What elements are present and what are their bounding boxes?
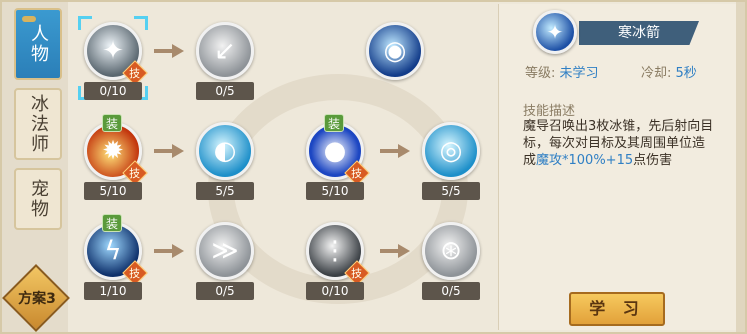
skill-level: 0/10 [84, 82, 142, 100]
arrow-plus-icon: ↙ [196, 22, 254, 80]
tab-pet-label: 宠物 [28, 179, 49, 219]
wave-icon: ◐ [196, 122, 254, 180]
skill-level: 0/5 [422, 282, 480, 300]
upgrade-arrow [154, 44, 184, 58]
equip-badge: 装 [102, 114, 122, 132]
plan-selector[interactable]: 方案3 [2, 264, 70, 332]
skill-wave[interactable]: ◐ 5/5 [194, 122, 256, 206]
blue-orb-icon: ◉ [366, 22, 424, 80]
level-info: 等级: 未学习 [525, 62, 599, 81]
category-tabs: 人物 冰法师 宠物 方案3 [0, 0, 70, 334]
upgrade-arrow [380, 144, 410, 158]
tab-pet[interactable]: 宠物 [14, 168, 62, 230]
upgrade-arrow [380, 244, 410, 258]
equip-badge: 装 [324, 114, 344, 132]
upgrade-arrow [154, 144, 184, 158]
level-value: 未学习 [559, 66, 599, 81]
skill-level: 0/5 [196, 82, 254, 100]
learn-button[interactable]: 学 习 [569, 292, 665, 326]
skill-level: 1/10 [84, 282, 142, 300]
skill-vortex[interactable]: ◎ 5/5 [420, 122, 482, 206]
skill-level: 0/10 [306, 282, 364, 300]
tab-pin [22, 16, 36, 22]
cooldown-value: 5秒 [675, 66, 697, 81]
cooldown-label: 冷却: [641, 66, 672, 81]
tab-character-label: 人物 [28, 24, 49, 64]
skill-level: 5/10 [84, 182, 142, 200]
skill-spin-orb[interactable]: ⊛ 0/5 [420, 222, 482, 306]
skill-fire-burst[interactable]: ✹ 装 技 5/10 [82, 114, 148, 206]
cooldown-info: 冷却: 5秒 [641, 62, 697, 81]
skill-tree: ✦ 技 0/10 ↙ 0/5 ◉ ✹ 装 技 5/10 ◐ 5/5 ● 装 技 … [68, 4, 496, 330]
tab-ice-mage[interactable]: 冰法师 [14, 88, 62, 160]
skill-name: 寒冰箭 [579, 21, 699, 45]
damage-formula: 魔攻*100%+15 [536, 153, 634, 168]
skill-ice-shards[interactable]: ✦ 技 0/10 [78, 16, 148, 106]
skill-level: 5/5 [196, 182, 254, 200]
skill-lightning[interactable]: ϟ 装 技 1/10 [82, 214, 148, 306]
skill-blue-orb[interactable]: ◉ [364, 22, 426, 106]
skill-energy-ball[interactable]: ● 装 技 5/10 [304, 114, 370, 206]
skill-detail-panel: 寒冰箭 ✦ 等级: 未学习 冷却: 5秒 技能描述 魔导召唤出3枚冰锥，先后射向… [498, 4, 736, 330]
level-label: 等级: [525, 66, 556, 81]
tab-ice-mage-label: 冰法师 [28, 94, 49, 154]
skill-description: 魔导召唤出3枚冰锥，先后射向目标，每次对目标及其周围单位造成魔攻*100%+15… [523, 118, 717, 169]
ice-arrow-icon: ✦ [533, 10, 577, 54]
right-edge-strip [736, 0, 747, 334]
skill-level: 5/10 [306, 182, 364, 200]
plan-label: 方案3 [18, 291, 56, 307]
skill-claw-plus[interactable]: ≫ 0/5 [194, 222, 256, 306]
skill-ice-rain[interactable]: ⋮ 技 0/10 [304, 222, 370, 306]
skill-arrow-plus[interactable]: ↙ 0/5 [194, 22, 256, 106]
skill-window: 人物 冰法师 宠物 方案3 ✦ 技 0/10 ↙ 0/5 ◉ ✹ 装 技 5/1… [0, 0, 747, 334]
equip-badge: 装 [102, 214, 122, 232]
claw-plus-icon: ≫ [196, 222, 254, 280]
skill-level: 5/5 [422, 182, 480, 200]
description-suffix: 点伤害 [633, 153, 673, 168]
tab-character[interactable]: 人物 [14, 8, 62, 80]
upgrade-arrow [154, 244, 184, 258]
spin-orb-icon: ⊛ [422, 222, 480, 280]
description-title: 技能描述 [523, 104, 576, 119]
vortex-icon: ◎ [422, 122, 480, 180]
skill-level: 0/5 [196, 282, 254, 300]
